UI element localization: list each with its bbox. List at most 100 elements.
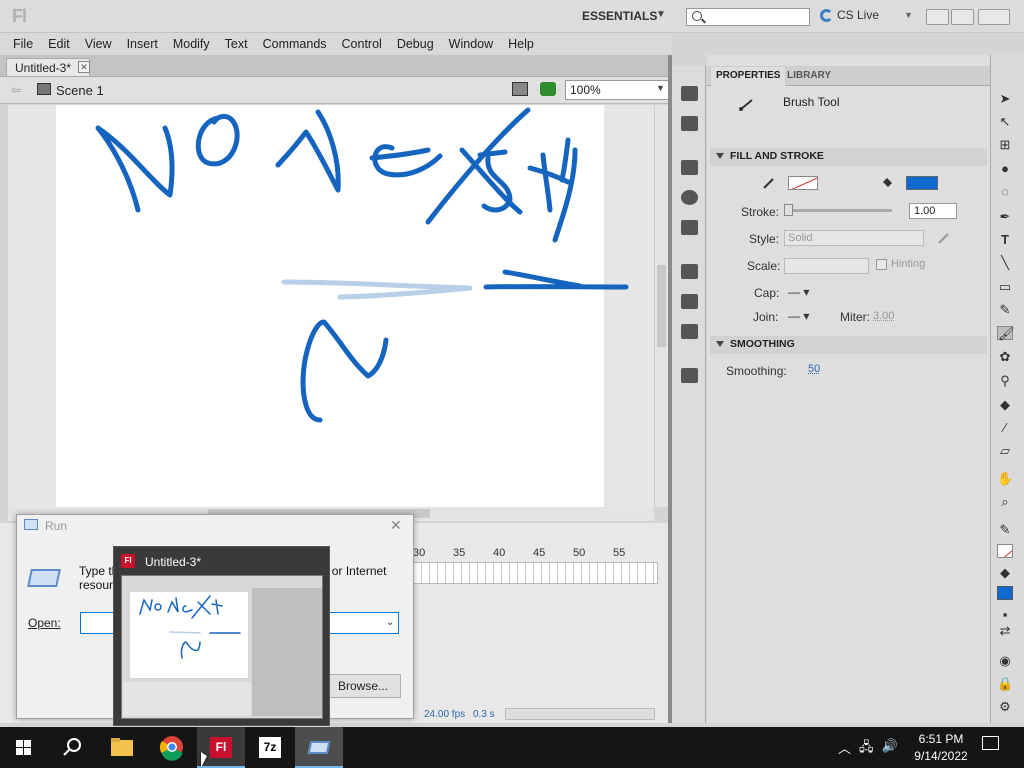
network-icon[interactable]: 🖧 [859,738,874,760]
info-icon[interactable] [681,190,698,205]
stroke-color-swatch[interactable] [788,176,818,190]
eyedropper-tool-icon[interactable]: ⁄ [997,421,1013,435]
black-white-icon[interactable]: ▪ [997,608,1013,622]
join-select[interactable]: — ▾ [788,309,809,323]
chevron-down-icon[interactable]: ⌄ [386,617,394,628]
pencil-tool-icon[interactable]: ✎ [997,303,1013,317]
swatches-panel-icon[interactable] [681,116,698,131]
swap-colors-icon[interactable]: ⇄ [997,624,1013,638]
fill-color-chip[interactable] [997,586,1013,600]
code-snippets-icon[interactable] [681,264,698,279]
subselection-tool-icon[interactable]: ↖ [997,115,1013,129]
workspace-switcher[interactable]: ESSENTIALS [582,9,657,23]
maximize-button[interactable] [951,9,974,25]
timeline-frames[interactable] [413,562,658,584]
tab-properties[interactable]: PROPERTIES [711,67,786,86]
menu-debug[interactable]: Debug [397,37,434,51]
minimize-button[interactable] [926,9,949,25]
eraser-tool-icon[interactable]: ▱ [997,444,1013,458]
snap-to-objects-icon[interactable]: ◉ [997,654,1013,668]
menu-commands[interactable]: Commands [263,37,327,51]
line-tool-icon[interactable]: ╲ [997,256,1013,270]
3d-rotation-tool-icon[interactable]: ● [997,162,1013,176]
browse-button[interactable]: Browse... [325,674,401,698]
run-taskbar-button[interactable] [295,727,343,768]
align-panel-icon[interactable] [681,160,698,175]
menu-modify[interactable]: Modify [173,37,210,51]
options-icon[interactable]: ⚙ [997,700,1013,714]
motion-presets-icon[interactable] [681,324,698,339]
stroke-value-input[interactable]: 1.00 [909,203,957,219]
edit-symbols-icon[interactable] [512,82,528,96]
miter-value[interactable]: 3.00 [873,310,894,322]
cap-select[interactable]: — ▾ [788,285,809,299]
stroke-slider[interactable] [784,209,892,212]
stroke-color-tool-icon[interactable]: ✎ [997,523,1013,537]
notification-icon[interactable] [982,736,999,750]
stroke-slider-handle[interactable] [784,204,793,216]
menu-view[interactable]: View [85,37,112,51]
volume-icon[interactable]: 🔊 [882,738,898,760]
fill-color-swatch[interactable] [906,176,938,190]
stroke-color-chip[interactable] [997,544,1013,558]
text-tool-icon[interactable]: T [997,233,1013,247]
close-icon[interactable]: ✕ [390,517,402,534]
brush-tool-icon[interactable]: 🖌 [997,326,1015,341]
file-explorer-icon[interactable] [98,727,146,768]
zoom-select[interactable]: 100% [565,80,669,100]
hinting-checkbox[interactable] [876,259,887,270]
edit-scene-icon[interactable] [540,82,556,96]
transform-panel-icon[interactable] [681,220,698,235]
close-tab-icon[interactable]: ✕ [78,61,90,73]
menu-edit[interactable]: Edit [48,37,70,51]
menu-window[interactable]: Window [449,37,493,51]
pen-tool-icon[interactable]: ✒ [997,210,1013,224]
menu-help[interactable]: Help [508,37,534,51]
windows-start-icon[interactable] [0,727,48,768]
stage-vertical-scrollbar[interactable] [654,105,668,507]
tab-library[interactable]: LIBRARY [782,67,836,86]
close-button[interactable] [978,9,1010,25]
system-tray[interactable]: ︿ 🖧 🔊 [838,738,898,760]
color-panel-icon[interactable] [681,86,698,101]
clock-time[interactable]: 6:51 PM [918,732,964,746]
lock-fill-icon[interactable]: 🔒 [997,677,1013,691]
smoothing-section[interactable]: SMOOTHING [710,336,987,354]
lasso-tool-icon[interactable]: ◌ [997,185,1013,199]
project-panel-icon[interactable] [681,368,698,383]
clock-date[interactable]: 9/14/2022 [910,749,972,763]
deco-tool-icon[interactable]: ✿ [997,350,1013,364]
hand-tool-icon[interactable]: ✋ [997,472,1013,486]
7zip-taskbar-button[interactable]: 7z [246,727,294,768]
back-arrow-icon[interactable]: ⇦ [11,83,21,97]
menu-insert[interactable]: Insert [127,37,158,51]
stage-canvas[interactable] [56,105,604,507]
chevron-up-icon[interactable]: ︿ [838,738,851,760]
timeline-scrollbar[interactable] [505,708,655,720]
edit-stroke-style-icon[interactable] [936,230,952,246]
search-icon[interactable] [48,727,96,768]
bone-tool-icon[interactable]: ⚲ [997,374,1013,388]
chevron-down-icon[interactable]: ▼ [656,83,665,93]
free-transform-tool-icon[interactable]: ⊞ [997,138,1013,152]
zoom-tool-icon[interactable]: ⌕ [997,495,1013,509]
menu-text[interactable]: Text [225,37,248,51]
chevron-down-icon[interactable]: ▼ [904,10,913,20]
smoothing-value[interactable]: 50 [808,363,820,375]
menu-file[interactable]: File [13,37,33,51]
components-icon[interactable] [681,294,698,309]
menu-control[interactable]: Control [342,37,382,51]
help-search-input[interactable] [686,8,810,26]
frame-rate[interactable]: 24.00 fps [424,709,465,720]
selection-tool-icon[interactable]: ➤ [997,92,1013,106]
cs-live-button[interactable]: CS Live [820,8,879,22]
style-select[interactable]: Solid [784,230,924,246]
rectangle-tool-icon[interactable]: ▭ [997,280,1013,294]
fill-and-stroke-section[interactable]: FILL AND STROKE [710,148,987,166]
scale-select[interactable] [784,258,869,274]
chrome-icon[interactable] [148,727,196,768]
chevron-down-icon[interactable]: ▼ [656,9,666,20]
paint-bucket-tool-icon[interactable]: ◆ [997,398,1013,412]
scroll-thumb[interactable] [657,265,666,347]
fill-color-tool-icon[interactable]: ◆ [997,566,1013,580]
